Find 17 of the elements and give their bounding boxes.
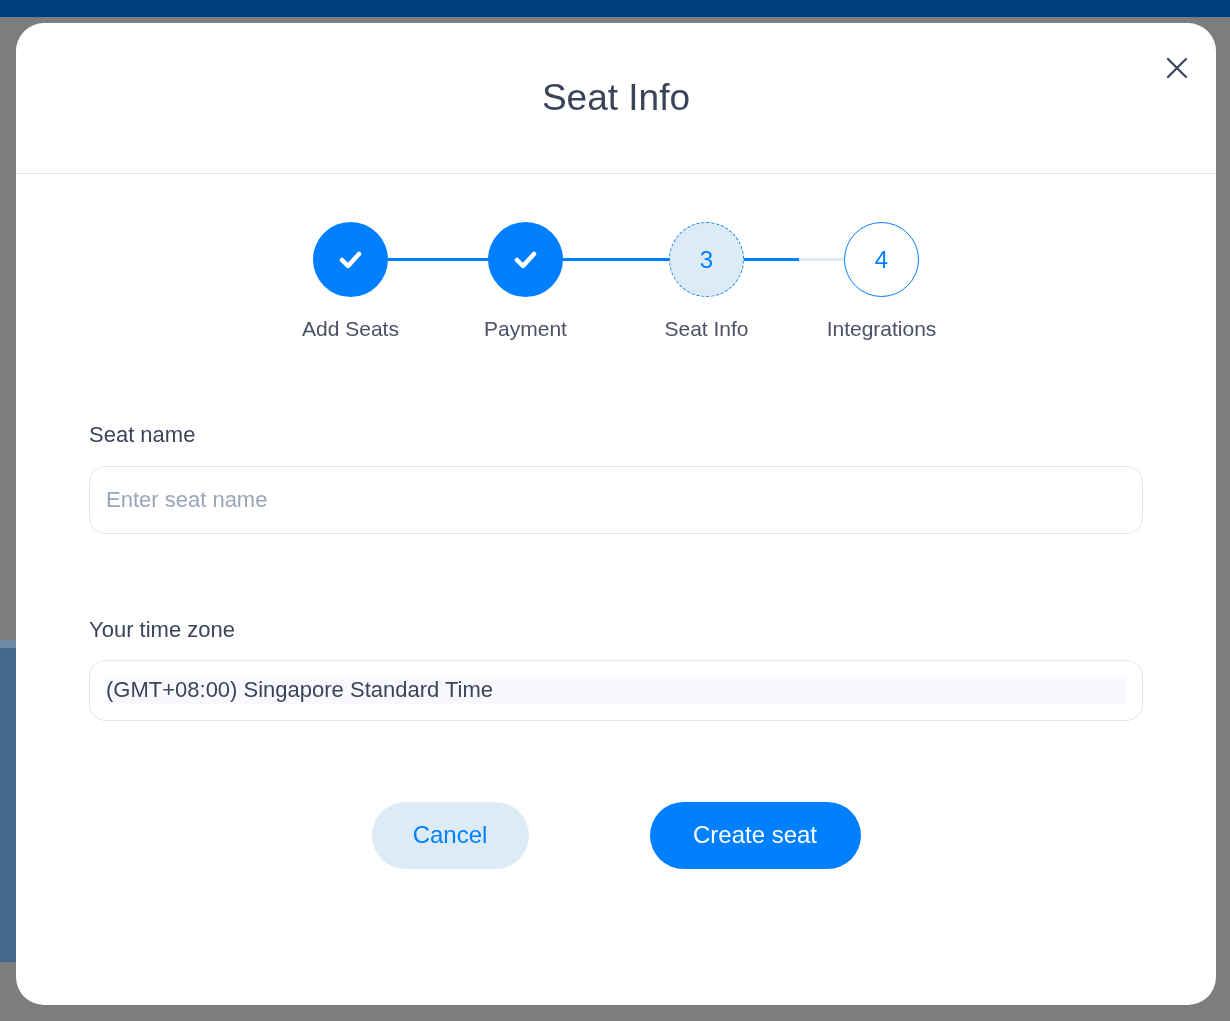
step-number: 4 — [844, 222, 919, 297]
close-button[interactable] — [1166, 57, 1188, 79]
step-label: Add Seats — [302, 316, 399, 342]
timezone-field[interactable]: (GMT+08:00) Singapore Standard Time — [89, 659, 1143, 721]
check-circle-icon — [313, 222, 388, 297]
cancel-button[interactable]: Cancel — [371, 801, 529, 869]
close-icon — [1166, 57, 1188, 79]
create-button[interactable]: Create seat — [649, 801, 861, 869]
check-circle-icon — [488, 222, 563, 297]
step-label: Payment — [484, 316, 567, 342]
step-number: 3 — [669, 222, 744, 297]
step-label: Integrations — [826, 316, 937, 342]
field-label: Seat name — [89, 422, 196, 449]
dialog-title: Seat Info — [541, 75, 691, 120]
field-label: Your time zone — [89, 616, 235, 643]
step-label: Seat Info — [664, 316, 749, 342]
name-input[interactable]: Enter seat name — [89, 465, 1143, 534]
